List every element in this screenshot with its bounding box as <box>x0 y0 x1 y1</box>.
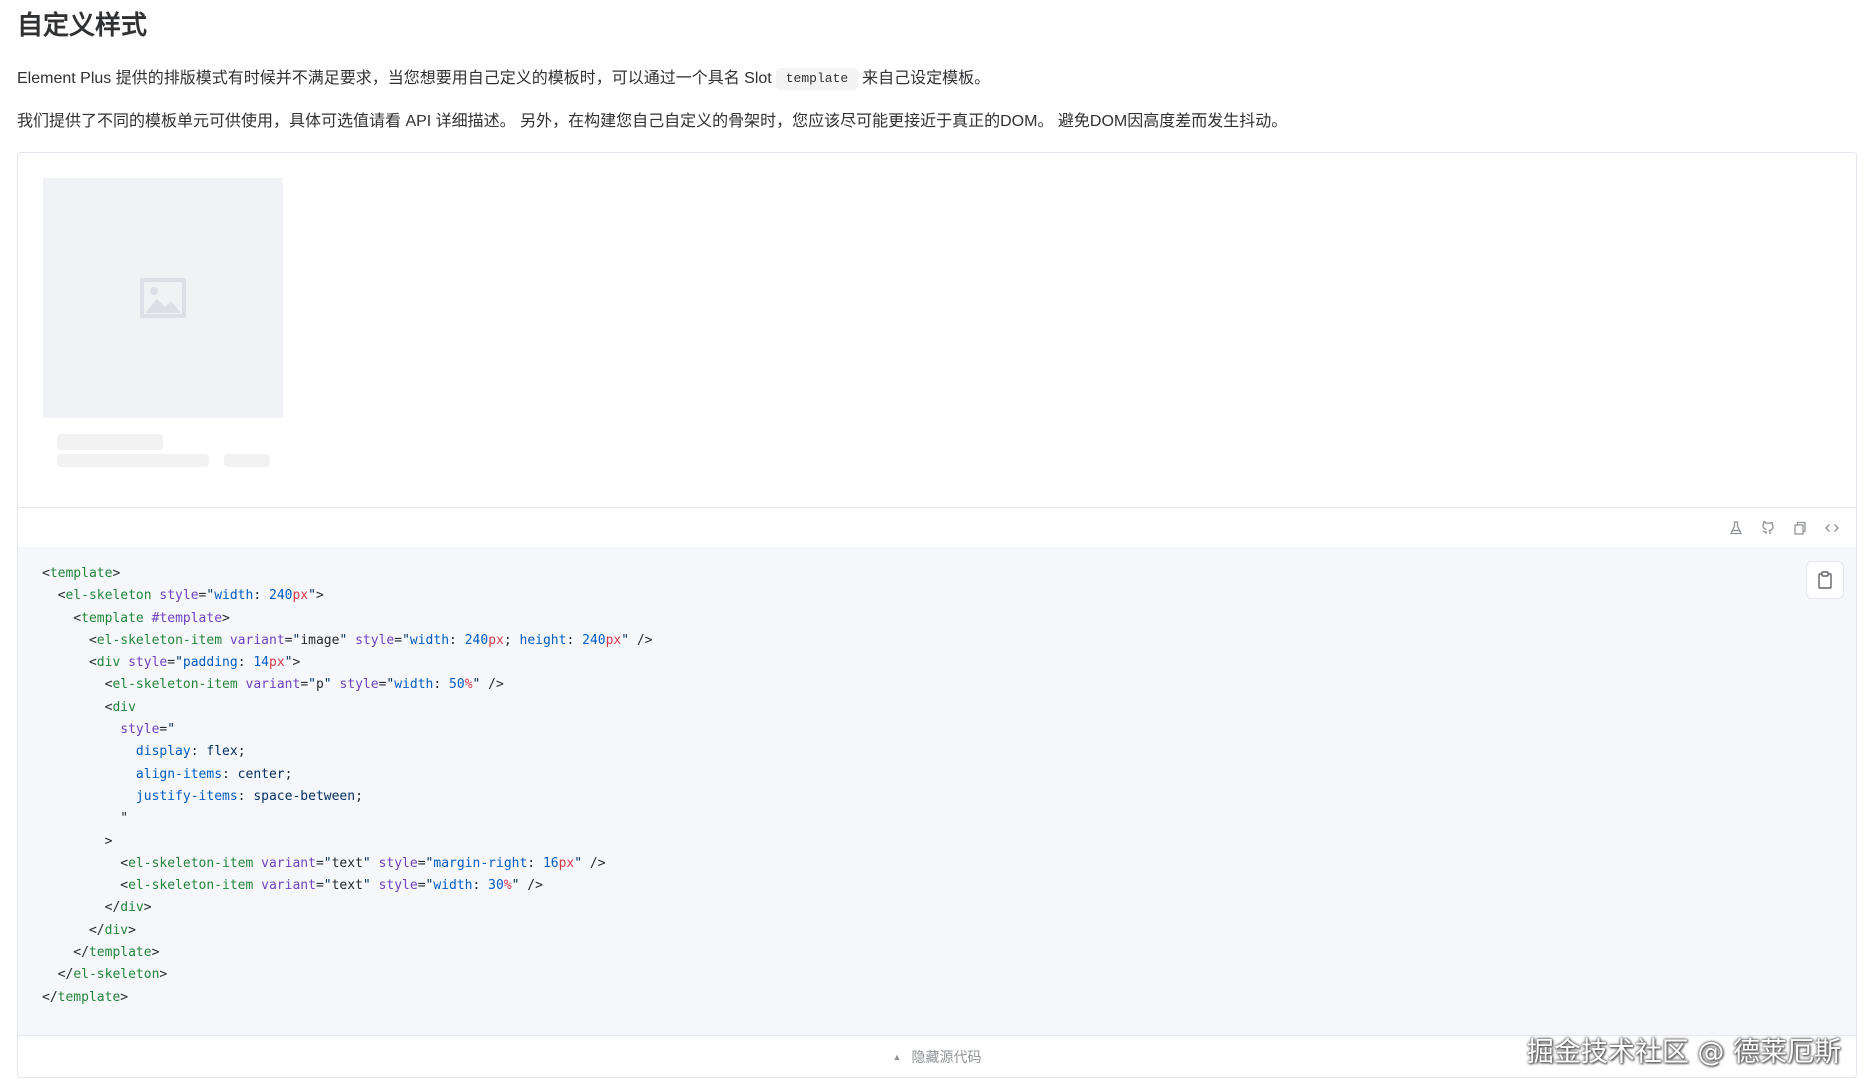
code-line: <el-skeleton-item variant="p" style="wid… <box>42 677 504 693</box>
code-line: <template #template> <box>42 610 230 626</box>
code-line: <el-skeleton-item variant="text" style="… <box>42 855 606 871</box>
code-line: </div> <box>42 900 152 916</box>
copy-icon[interactable] <box>1790 518 1810 538</box>
code-icon[interactable] <box>1822 518 1842 538</box>
skeleton-paragraph <box>57 434 163 450</box>
code-line: <div <box>42 699 136 715</box>
inline-code-template: template <box>775 67 859 90</box>
demo-preview <box>18 153 1856 507</box>
watermark: 掘金技术社区 @ 德莱厄斯 <box>1526 1037 1841 1068</box>
github-icon[interactable] <box>1758 518 1778 538</box>
source-code-box: <template> <el-skeleton style="width: 24… <box>18 547 1856 1035</box>
intro-paragraph: Element Plus 提供的排版模式有时候并不满足要求，当您想要用自己定义的… <box>17 67 990 91</box>
code-line: display: flex; <box>135 744 246 760</box>
skeleton-text-2 <box>224 454 270 467</box>
page-title: 自定义样式 <box>17 11 148 41</box>
image-placeholder-icon <box>140 278 186 318</box>
copy-code-button[interactable] <box>1806 561 1844 599</box>
intro-text-before: Element Plus 提供的排版模式有时候并不满足要求，当您想要用自己定义的… <box>17 70 772 87</box>
code-line: </el-skeleton> <box>42 967 168 983</box>
toggle-source-label: 隐藏源代码 <box>911 1049 982 1065</box>
skeleton-image <box>43 178 283 418</box>
code-line: align-items: center; <box>135 766 293 782</box>
code-line: > <box>42 833 113 849</box>
intro-text-after: 来自己设定模板。 <box>862 70 991 87</box>
code-line: " <box>42 811 129 827</box>
code-line: <template> <box>42 566 121 581</box>
code-line: style=" <box>120 722 176 738</box>
description-paragraph: 我们提供了不同的模板单元可供使用，具体可选值请看 API 详细描述。 另外，在构… <box>17 113 1288 130</box>
demo-toolbar <box>18 507 1856 547</box>
caret-up-icon: ▲ <box>892 1052 902 1062</box>
code-line: <el-skeleton-item variant="image" style=… <box>42 632 653 648</box>
code-block: <template> <el-skeleton style="width: 24… <box>42 563 653 1009</box>
code-line: </div> <box>42 922 136 938</box>
code-line: <el-skeleton-item variant="text" style="… <box>42 878 543 894</box>
flask-icon[interactable] <box>1726 518 1746 538</box>
demo-block: <template> <el-skeleton style="width: 24… <box>17 152 1857 1078</box>
clipboard-icon <box>1818 571 1832 589</box>
skeleton-text-1 <box>57 454 209 467</box>
code-line: </template> <box>42 989 129 1005</box>
code-line: <el-skeleton style="width: 240px"> <box>42 588 324 604</box>
code-line: </template> <box>42 945 160 961</box>
code-line: justify-items: space-between; <box>135 788 363 804</box>
code-line: <div style="padding: 14px"> <box>42 655 301 671</box>
